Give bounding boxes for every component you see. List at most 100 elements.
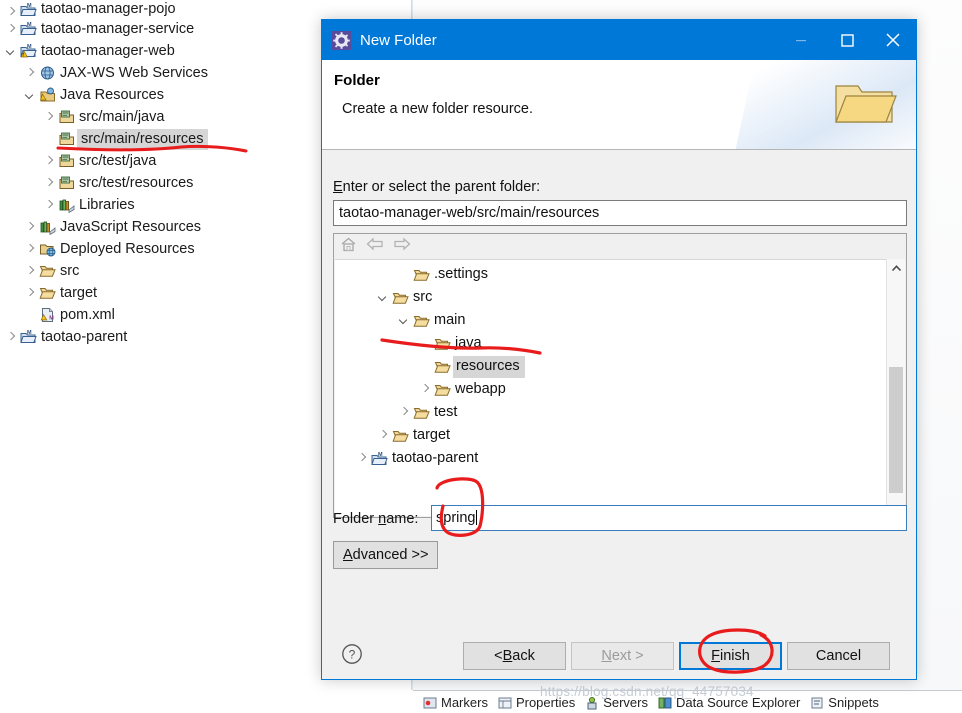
eclipse-gear-icon bbox=[332, 30, 351, 50]
explorer-row-label: taotao-parent bbox=[41, 329, 128, 345]
forward-icon[interactable] bbox=[393, 237, 411, 256]
svg-text:M: M bbox=[27, 3, 32, 9]
folder-tree-row[interactable]: main bbox=[335, 309, 886, 332]
ide-bottom-tab[interactable]: Snippets bbox=[810, 695, 879, 710]
folder-tree-row[interactable]: src bbox=[335, 286, 886, 309]
folder-tree-row-label: main bbox=[434, 312, 466, 328]
scrollbar-thumb[interactable] bbox=[889, 367, 903, 493]
folder-icon bbox=[434, 336, 451, 352]
folder-icon bbox=[39, 285, 56, 301]
explorer-row-label: src bbox=[60, 263, 80, 279]
tree-twistie-spacer bbox=[25, 310, 36, 321]
folder-name-label-mnemonic: n bbox=[378, 511, 387, 527]
parent-folder-label-rest: nter or select the parent folder: bbox=[342, 179, 541, 195]
maven-project-warning-icon: M! bbox=[20, 43, 37, 59]
chevron-down-icon[interactable] bbox=[25, 90, 36, 101]
explorer-row[interactable]: Mtaotao-manager-pojo bbox=[0, 0, 410, 18]
source-folder-icon bbox=[58, 109, 75, 125]
finish-button-rest: inish bbox=[720, 648, 750, 664]
svg-text:M: M bbox=[49, 316, 54, 322]
chevron-right-icon[interactable] bbox=[6, 332, 17, 343]
folder-tree-row[interactable]: target bbox=[335, 424, 886, 447]
folder-tree-row-label: test bbox=[434, 404, 458, 420]
ide-bottom-tab-label: Markers bbox=[441, 695, 488, 710]
dialog-header-banner: Folder Create a new folder resource. bbox=[322, 60, 916, 150]
folder-icon bbox=[413, 267, 430, 283]
chevron-down-icon[interactable] bbox=[6, 46, 17, 57]
chevron-right-icon[interactable] bbox=[25, 244, 36, 255]
jaxws-icon bbox=[39, 65, 56, 81]
chevron-down-icon[interactable] bbox=[378, 292, 389, 303]
finish-button[interactable]: Finish bbox=[679, 642, 782, 670]
minimize-icon[interactable] bbox=[778, 20, 824, 60]
explorer-row-label: target bbox=[60, 285, 98, 301]
chevron-right-icon[interactable] bbox=[44, 178, 55, 189]
chevron-right-icon[interactable] bbox=[25, 288, 36, 299]
folder-tree-row-label: target bbox=[413, 427, 451, 443]
folder-tree-row-label: java bbox=[455, 335, 482, 351]
parent-folder-label: Enter or select the parent folder: bbox=[333, 179, 540, 195]
source-folder-icon bbox=[58, 131, 75, 147]
folder-name-label: Folder name: bbox=[333, 511, 418, 527]
source-folder-icon bbox=[58, 175, 75, 191]
back-button[interactable]: < Back bbox=[463, 642, 566, 670]
tree-twistie-spacer bbox=[44, 134, 55, 145]
cancel-button[interactable]: Cancel bbox=[787, 642, 890, 670]
explorer-row-label: JavaScript Resources bbox=[60, 219, 202, 235]
source-folder-icon bbox=[58, 153, 75, 169]
folder-name-input[interactable]: spring bbox=[431, 505, 907, 531]
close-icon[interactable] bbox=[870, 20, 916, 60]
chevron-right-icon[interactable] bbox=[6, 7, 17, 18]
folder-tree-row-label: taotao-parent bbox=[392, 450, 479, 466]
pom-xml-icon: M bbox=[39, 307, 56, 323]
parent-folder-input[interactable]: taotao-manager-web/src/main/resources bbox=[333, 200, 907, 226]
folder-icon bbox=[434, 382, 451, 398]
chevron-right-icon[interactable] bbox=[399, 407, 410, 418]
chevron-right-icon[interactable] bbox=[378, 430, 389, 441]
folder-tree-scrollarea[interactable]: .settings src main java resources webapp test t… bbox=[335, 259, 905, 516]
home-icon[interactable] bbox=[340, 236, 357, 258]
back-icon[interactable] bbox=[366, 237, 384, 256]
chevron-right-icon[interactable] bbox=[357, 453, 368, 464]
chevron-right-icon[interactable] bbox=[6, 24, 17, 35]
chevron-right-icon[interactable] bbox=[25, 222, 36, 233]
ide-bottom-tab[interactable]: Markers bbox=[423, 695, 488, 710]
svg-text:M: M bbox=[27, 330, 32, 336]
tree-twistie-spacer bbox=[420, 338, 431, 349]
dialog-titlebar[interactable]: New Folder bbox=[322, 20, 916, 60]
folder-tree-row[interactable]: webapp bbox=[335, 378, 886, 401]
chevron-right-icon[interactable] bbox=[25, 266, 36, 277]
folder-tree-row[interactable]: Mtaotao-parent bbox=[335, 447, 886, 470]
folder-tree-row[interactable]: resources bbox=[335, 355, 886, 378]
tree-toolbar[interactable] bbox=[334, 234, 906, 259]
chevron-right-icon[interactable] bbox=[25, 68, 36, 79]
folder-tree-row-label: webapp bbox=[455, 381, 506, 397]
chevron-down-icon[interactable] bbox=[399, 315, 410, 326]
folder-tree-row[interactable]: test bbox=[335, 401, 886, 424]
chevron-right-icon[interactable] bbox=[420, 384, 431, 395]
maven-project-icon: M bbox=[20, 2, 37, 18]
folder-tree-list[interactable]: .settings src main java resources webapp test t… bbox=[335, 260, 886, 516]
advanced-button-rest: dvanced >> bbox=[352, 547, 429, 563]
folder-tree-row[interactable]: .settings bbox=[335, 263, 886, 286]
cancel-button-label: Cancel bbox=[815, 648, 862, 664]
folder-tree-row[interactable]: java bbox=[335, 332, 886, 355]
advanced-button[interactable]: Advanced >> bbox=[333, 541, 439, 569]
explorer-row-label: taotao-manager-web bbox=[41, 43, 175, 59]
ide-bottom-tab-label: Snippets bbox=[828, 695, 879, 710]
explorer-row-label: taotao-manager-service bbox=[41, 21, 195, 37]
maximize-icon[interactable] bbox=[824, 20, 870, 60]
explorer-row-label: Java Resources bbox=[60, 87, 164, 103]
finish-button-mnemonic: F bbox=[711, 648, 721, 664]
tree-vertical-scrollbar[interactable] bbox=[886, 259, 905, 516]
chevron-right-icon[interactable] bbox=[44, 112, 55, 123]
svg-text:!: ! bbox=[23, 53, 24, 59]
help-icon[interactable]: ? bbox=[341, 643, 363, 665]
dialog-title-text: New Folder bbox=[360, 31, 437, 49]
libraries-icon bbox=[39, 219, 56, 236]
chevron-right-icon[interactable] bbox=[44, 200, 55, 211]
chevron-right-icon[interactable] bbox=[44, 156, 55, 167]
svg-text:M: M bbox=[27, 44, 32, 50]
explorer-row-label: src/test/java bbox=[79, 153, 157, 169]
scroll-up-icon[interactable] bbox=[887, 259, 905, 277]
